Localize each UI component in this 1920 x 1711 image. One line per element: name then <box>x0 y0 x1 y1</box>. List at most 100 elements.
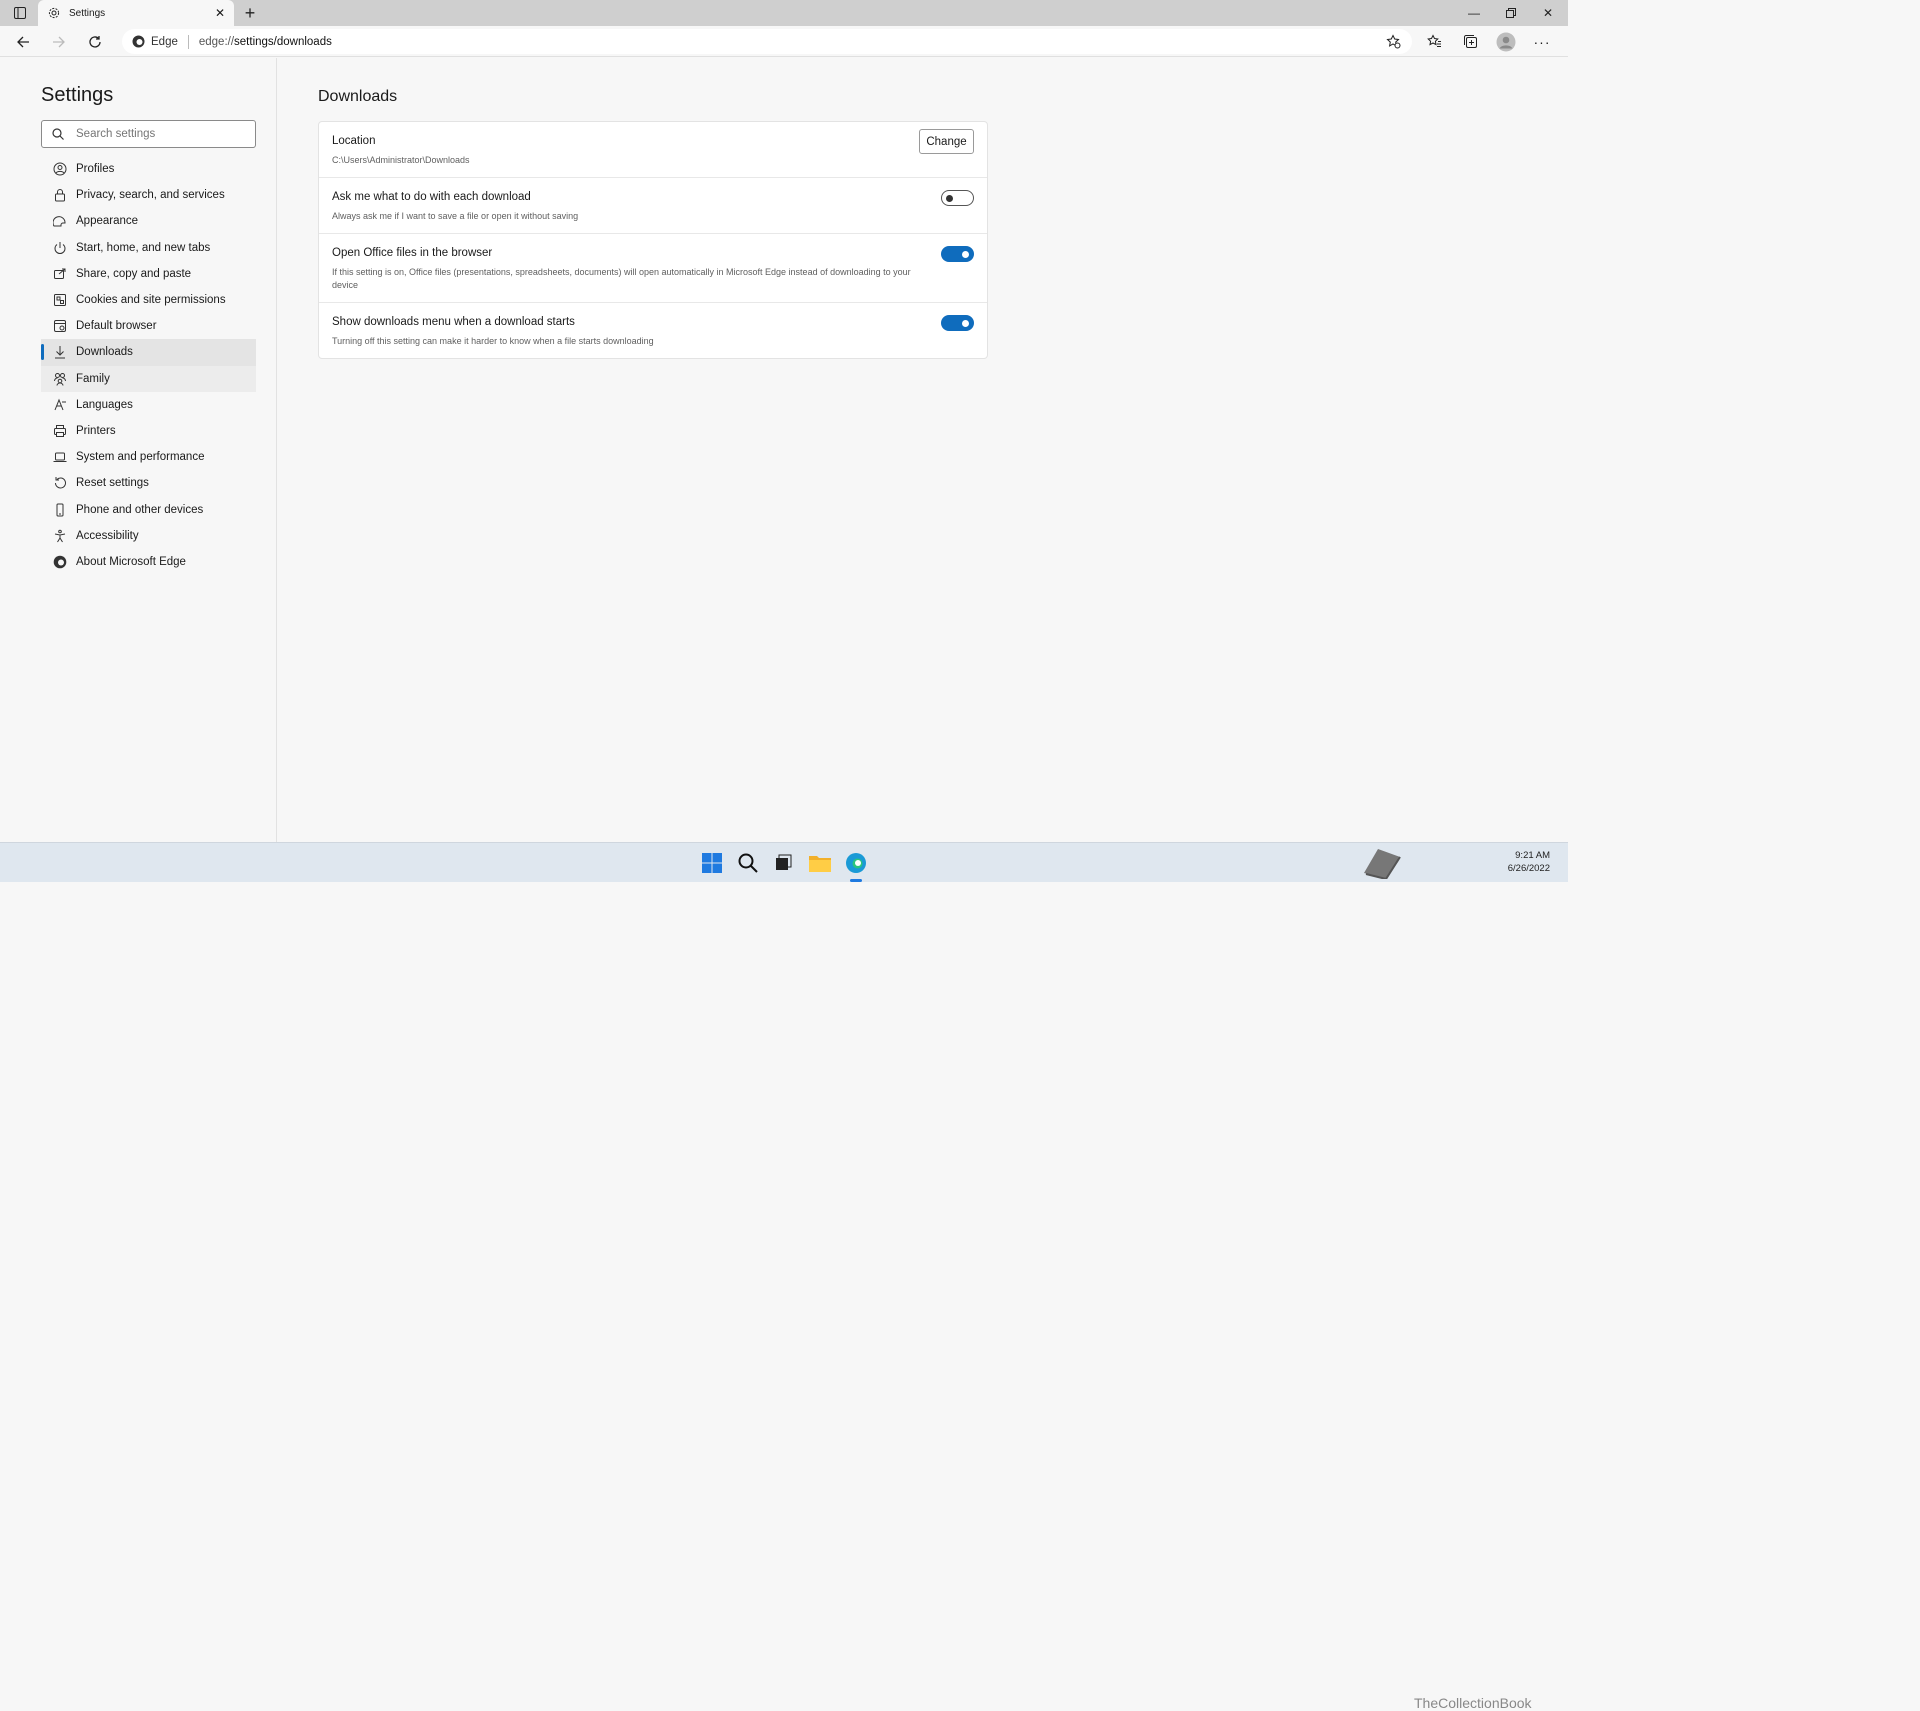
restore-icon[interactable] <box>1493 0 1529 26</box>
cookies-icon <box>53 293 67 307</box>
tab-title: Settings <box>69 7 106 19</box>
refresh-icon[interactable] <box>80 26 110 57</box>
location-row: Location C:\Users\Administrator\Download… <box>319 122 987 178</box>
sidebar-item-privacy[interactable]: Privacy, search, and services <box>41 182 256 208</box>
edge-icon <box>53 555 67 569</box>
sidebar-item-label: Printers <box>76 424 116 437</box>
sidebar-item-label: Downloads <box>76 346 133 359</box>
search-box[interactable] <box>41 120 256 148</box>
close-tab-icon[interactable]: ✕ <box>212 6 228 20</box>
tab-actions-icon[interactable] <box>2 0 38 26</box>
ask-each-download-toggle[interactable] <box>941 190 974 206</box>
watermark-text: TheCollectionBook <box>1414 1695 1532 1711</box>
toggle-knob <box>962 319 969 327</box>
show-downloads-menu-toggle[interactable] <box>941 315 974 331</box>
sidebar-item-share-copy[interactable]: Share, copy and paste <box>41 261 256 287</box>
browser-icon <box>53 319 67 333</box>
more-options-icon[interactable]: ··· <box>1524 26 1560 57</box>
sidebar-item-accessibility[interactable]: Accessibility <box>41 523 256 549</box>
change-location-button[interactable]: Change <box>919 129 974 154</box>
sidebar-item-appearance[interactable]: Appearance <box>41 208 256 234</box>
site-label: Edge <box>151 35 178 48</box>
title-bar: Settings ✕ + — ✕ <box>0 0 1568 26</box>
printer-icon <box>53 424 67 438</box>
setting-description: If this setting is on, Office files (pre… <box>332 267 911 290</box>
system-clock[interactable]: 9:21 AM 6/26/2022 <box>1508 849 1550 875</box>
address-input[interactable]: Edge edge://settings/downloads <box>122 29 1412 54</box>
add-favorite-icon[interactable] <box>1375 26 1411 57</box>
sidebar-item-start-home[interactable]: Start, home, and new tabs <box>41 235 256 261</box>
sidebar-item-label: Accessibility <box>76 529 139 542</box>
gear-icon <box>48 7 60 19</box>
power-icon <box>53 241 67 255</box>
sidebar-item-about[interactable]: About Microsoft Edge <box>41 549 256 575</box>
start-icon[interactable] <box>698 849 726 877</box>
favorites-icon[interactable] <box>1416 26 1452 57</box>
new-tab-icon[interactable]: + <box>232 0 268 26</box>
sidebar-item-system[interactable]: System and performance <box>41 444 256 470</box>
reset-icon <box>53 476 67 490</box>
setting-row: Open Office files in the browser If this… <box>319 234 987 303</box>
family-icon <box>53 372 67 386</box>
sidebar-item-printers[interactable]: Printers <box>41 418 256 444</box>
search-input[interactable] <box>74 127 234 141</box>
sidebar-item-label: Share, copy and paste <box>76 267 192 280</box>
toggle-knob <box>946 194 953 202</box>
laptop-icon <box>53 450 67 464</box>
download-icon <box>53 345 67 359</box>
sidebar-item-downloads[interactable]: Downloads <box>41 339 256 366</box>
sidebar-item-family[interactable]: Family <box>41 365 256 392</box>
edge-taskbar-icon[interactable] <box>842 849 870 877</box>
sidebar-item-cookies[interactable]: Cookies and site permissions <box>41 287 256 313</box>
sidebar-item-label: Languages <box>76 398 133 411</box>
profile-icon <box>53 162 67 176</box>
setting-title: Ask me what to do with each download <box>332 191 531 203</box>
back-icon[interactable] <box>8 26 38 57</box>
sidebar-item-label: Profiles <box>76 163 115 176</box>
sidebar-item-label: Family <box>76 372 110 385</box>
sidebar-item-label: Reset settings <box>76 477 149 490</box>
sidebar-item-languages[interactable]: Languages <box>41 392 256 418</box>
close-window-icon[interactable]: ✕ <box>1530 0 1566 26</box>
sidebar-item-label: About Microsoft Edge <box>76 555 186 568</box>
share-icon <box>53 267 67 281</box>
task-view-icon[interactable] <box>769 849 797 877</box>
setting-description: Turning off this setting can make it har… <box>332 336 654 346</box>
active-app-indicator <box>850 879 862 882</box>
setting-title: Open Office files in the browser <box>332 247 493 259</box>
search-icon <box>52 128 64 140</box>
book-logo-icon <box>1360 845 1404 879</box>
languages-icon <box>53 398 67 412</box>
clock-date: 6/26/2022 <box>1507 863 1550 874</box>
sidebar-title: Settings <box>41 84 114 106</box>
sidebar-item-label: Appearance <box>76 215 139 228</box>
clock-time: 9:21 AM <box>1515 850 1550 861</box>
sidebar-item-label: Default browser <box>76 320 157 333</box>
settings-nav: Profiles Privacy, search, and services A… <box>41 156 256 575</box>
sidebar-item-profiles[interactable]: Profiles <box>41 156 256 182</box>
sidebar-item-label: Phone and other devices <box>76 503 204 516</box>
open-office-files-toggle[interactable] <box>941 246 974 262</box>
taskbar: TheCollectionBook 9:21 AM 6/26/2022 <box>0 842 1568 1711</box>
forward-icon[interactable] <box>44 26 74 57</box>
sidebar-item-phone[interactable]: Phone and other devices <box>41 496 256 522</box>
sidebar-item-default-browser[interactable]: Default browser <box>41 313 256 339</box>
sidebar-item-label: System and performance <box>76 451 205 464</box>
minimize-icon[interactable]: — <box>1456 0 1492 26</box>
settings-sidebar: Settings Profiles Privacy, search, and s… <box>0 58 277 842</box>
appearance-icon <box>53 214 67 228</box>
setting-row: Show downloads menu when a download star… <box>319 303 987 359</box>
page-title: Downloads <box>318 88 398 105</box>
sidebar-item-reset[interactable]: Reset settings <box>41 470 256 496</box>
setting-row: Ask me what to do with each download Alw… <box>319 178 987 234</box>
lock-icon <box>53 188 67 202</box>
file-explorer-icon[interactable] <box>806 849 834 877</box>
url-text: edge://settings/downloads <box>198 35 332 48</box>
address-bar: Edge edge://settings/downloads ··· <box>0 26 1568 57</box>
collections-icon[interactable] <box>1452 26 1488 57</box>
profile-avatar-icon[interactable] <box>1488 26 1524 57</box>
downloads-settings-card: Location C:\Users\Administrator\Download… <box>318 121 988 359</box>
tab-settings[interactable]: Settings ✕ <box>38 0 234 26</box>
setting-description: Always ask me if I want to save a file o… <box>332 211 579 221</box>
search-icon[interactable] <box>734 849 762 877</box>
